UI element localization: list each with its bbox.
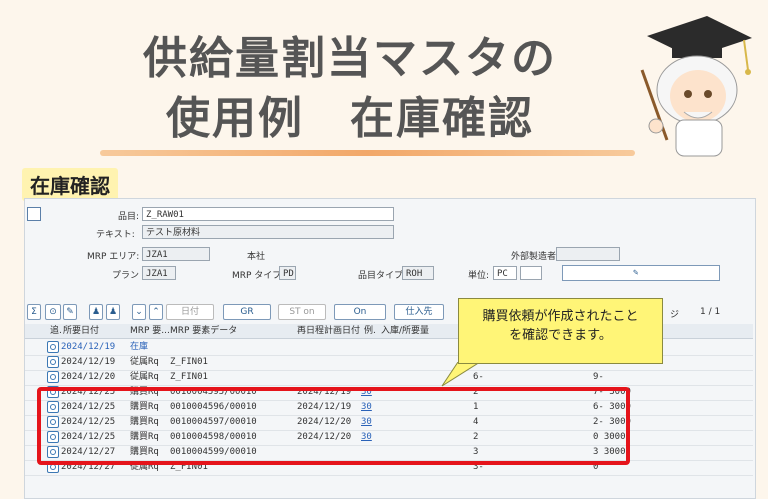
unit-field-2 bbox=[520, 266, 542, 280]
supplier-button[interactable]: 仕入先 bbox=[394, 304, 444, 320]
sum-button[interactable]: Σ bbox=[27, 304, 41, 320]
user-button-2[interactable]: ♟ bbox=[106, 304, 120, 320]
material-label: 品目: bbox=[118, 212, 140, 222]
date-button-label: 日付 bbox=[180, 307, 199, 317]
cell-avail: 9- bbox=[593, 372, 604, 382]
settings-button[interactable]: ✎ bbox=[562, 265, 720, 281]
heading-line-1: 供給量割当マスタの bbox=[143, 33, 557, 84]
refresh-icon[interactable] bbox=[27, 207, 41, 221]
cell-data: Z_FIN01 bbox=[170, 372, 208, 382]
col-header-date: 所要日付 bbox=[63, 326, 100, 336]
professor-mascot-illustration bbox=[640, 16, 752, 157]
mrp-area-label: MRP エリア: bbox=[87, 252, 140, 262]
page-label: ジ bbox=[670, 310, 680, 320]
user-button-1[interactable]: ♟ bbox=[89, 304, 103, 320]
supplier-button-label: 仕入先 bbox=[405, 307, 433, 317]
st-on-button-label: ST on bbox=[289, 307, 315, 317]
table-row[interactable]: 2024/12/20 従属Rq Z_FIN01 6- 9- bbox=[25, 370, 753, 386]
text-label: テキスト: bbox=[96, 230, 135, 240]
text-field: テスト原材料 bbox=[142, 225, 394, 239]
cell-date: 2024/12/19 bbox=[61, 357, 116, 367]
ext-manufacturer-field bbox=[556, 247, 620, 261]
callout-line-2: を確認できます。 bbox=[509, 328, 612, 343]
cell-type: 在庫 bbox=[130, 342, 149, 352]
material-type-label: 品目タイプ: bbox=[358, 271, 407, 281]
cell-date: 2024/12/19 bbox=[61, 342, 116, 352]
mrp-type-field: PD bbox=[279, 266, 296, 280]
on-button-label: On bbox=[353, 307, 367, 317]
cell-type: 従属Rq bbox=[130, 372, 159, 382]
unit-label: 単位: bbox=[468, 271, 490, 281]
plant-field: JZA1 bbox=[142, 266, 176, 280]
mrp-area-field: JZA1 bbox=[142, 247, 210, 261]
details-icon[interactable] bbox=[47, 371, 59, 383]
date-button[interactable]: 日付 bbox=[166, 304, 214, 320]
pencil-button[interactable]: ✎ bbox=[63, 304, 77, 320]
details-icon[interactable] bbox=[47, 356, 59, 368]
col-header-ex: 例. bbox=[364, 326, 376, 336]
section-label: 在庫確認 bbox=[22, 168, 118, 201]
col-header-data: MRP 要素データ bbox=[170, 326, 238, 336]
cell-date: 2024/12/20 bbox=[61, 372, 116, 382]
col-header-qty: 入庫/所要量 bbox=[381, 326, 430, 336]
highlight-box bbox=[37, 387, 630, 465]
view-button[interactable]: ⊙ bbox=[45, 304, 61, 320]
material-input[interactable]: Z_RAW01 bbox=[142, 207, 394, 221]
heading-line-2: 使用例 在庫確認 bbox=[166, 93, 534, 144]
collapse-up-button[interactable]: ⌃ bbox=[149, 304, 163, 320]
mrp-type-label: MRP タイプ: bbox=[232, 271, 285, 281]
ext-manufacturer-label: 外部製造者 bbox=[511, 252, 557, 262]
col-header-type: MRP 要... bbox=[130, 326, 170, 336]
cell-data: Z_FIN01 bbox=[170, 357, 208, 367]
st-on-button[interactable]: ST on bbox=[278, 304, 326, 320]
callout-bubble: 購買依頼が作成されたこと を確認できます。 bbox=[458, 298, 663, 364]
mrp-area-desc: 本社 bbox=[247, 252, 266, 262]
callout-tail bbox=[441, 362, 481, 387]
unit-field: PC bbox=[493, 266, 517, 280]
callout-line-1: 購買依頼が作成されたこと bbox=[482, 309, 639, 324]
on-button[interactable]: On bbox=[334, 304, 386, 320]
col-header-resched: 再日程計画日付 bbox=[297, 326, 361, 336]
col-header-add: 追. bbox=[50, 326, 62, 336]
material-type-field: ROH bbox=[402, 266, 434, 280]
gr-button[interactable]: GR bbox=[223, 304, 271, 320]
gr-button-label: GR bbox=[240, 307, 254, 317]
cell-type: 従属Rq bbox=[130, 357, 159, 367]
page-info: 1 / 1 bbox=[700, 307, 721, 317]
brush-underline bbox=[100, 150, 635, 156]
collapse-down-button[interactable]: ⌄ bbox=[132, 304, 146, 320]
details-icon[interactable] bbox=[47, 341, 59, 353]
edit-icon: ✎ bbox=[633, 268, 639, 278]
